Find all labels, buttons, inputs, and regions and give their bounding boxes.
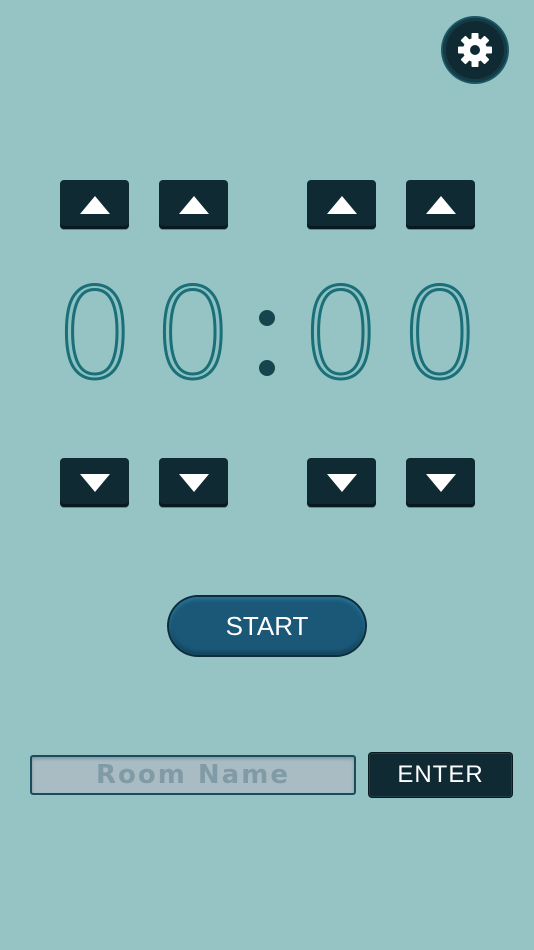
minutes-tens-down-button[interactable] bbox=[60, 458, 129, 507]
minutes-ones-digit: 0 bbox=[152, 262, 235, 407]
minutes-ones-down-button[interactable] bbox=[159, 458, 228, 507]
seconds-tens-digit: 0 bbox=[300, 262, 383, 407]
seconds-ones-down-button[interactable] bbox=[406, 458, 475, 507]
start-button[interactable]: START bbox=[169, 597, 365, 655]
triangle-down-icon bbox=[178, 473, 209, 492]
triangle-down-icon bbox=[79, 473, 110, 492]
separator-dot-top bbox=[259, 310, 275, 326]
enter-button[interactable]: ENTER bbox=[369, 753, 512, 797]
triangle-up-icon bbox=[326, 195, 357, 214]
minutes-tens-digit: 0 bbox=[54, 262, 137, 407]
minutes-tens-up-button[interactable] bbox=[60, 180, 129, 229]
settings-button[interactable] bbox=[443, 18, 507, 82]
seconds-ones-up-button[interactable] bbox=[406, 180, 475, 229]
seconds-tens-up-button[interactable] bbox=[307, 180, 376, 229]
gear-icon bbox=[458, 33, 492, 67]
triangle-down-icon bbox=[425, 473, 456, 492]
minutes-ones-up-button[interactable] bbox=[159, 180, 228, 229]
triangle-up-icon bbox=[425, 195, 456, 214]
triangle-up-icon bbox=[79, 195, 110, 214]
seconds-tens-down-button[interactable] bbox=[307, 458, 376, 507]
triangle-down-icon bbox=[326, 473, 357, 492]
triangle-up-icon bbox=[178, 195, 209, 214]
room-name-input[interactable] bbox=[30, 755, 356, 795]
separator-dot-bottom bbox=[259, 360, 275, 376]
seconds-ones-digit: 0 bbox=[399, 262, 482, 407]
